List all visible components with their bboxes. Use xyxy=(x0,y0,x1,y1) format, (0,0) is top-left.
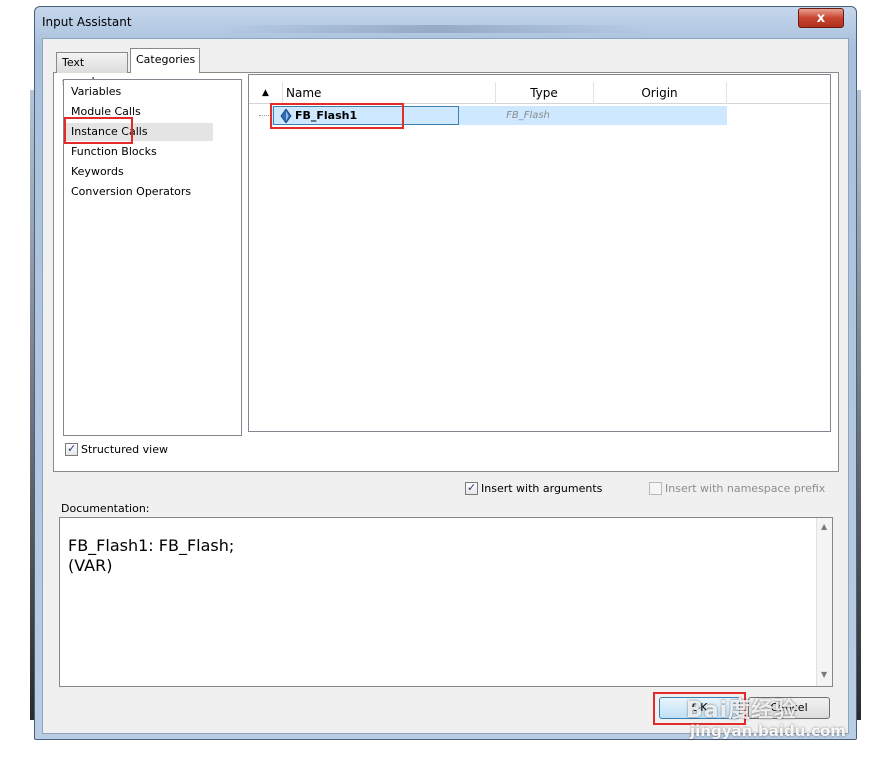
column-header-origin[interactable]: Origin xyxy=(593,82,727,104)
watermark-url: jingyan.baidu.com xyxy=(690,722,846,740)
highlight-box-row xyxy=(270,103,404,129)
scroll-up-icon[interactable]: ▲ xyxy=(821,522,827,531)
insert-with-namespace-prefix-checkbox[interactable] xyxy=(649,482,662,495)
table-header: ▲ Name Type Origin xyxy=(249,82,830,104)
background-edge xyxy=(857,90,861,720)
insert-with-arguments-label: Insert with arguments xyxy=(481,482,603,495)
column-header-name[interactable]: Name xyxy=(286,82,496,104)
documentation-text: FB_Flash1: FB_Flash; (VAR) xyxy=(68,536,235,575)
documentation-scrollbar[interactable]: ▲ ▼ xyxy=(816,518,832,686)
watermark-logo: Bai度经验 xyxy=(686,698,798,723)
row-type: FB_Flash xyxy=(506,110,550,121)
scroll-down-icon[interactable]: ▼ xyxy=(821,670,827,679)
window-title: Input Assistant xyxy=(42,15,132,29)
close-icon: x xyxy=(816,11,826,26)
tab-text-search[interactable]: Text search xyxy=(56,52,128,88)
column-header-type[interactable]: Type xyxy=(495,82,594,104)
category-item-variables[interactable]: Variables xyxy=(71,83,121,101)
structured-view-label: Structured view xyxy=(81,443,168,456)
row-origin xyxy=(600,106,720,125)
structured-view-checkbox[interactable] xyxy=(65,442,78,456)
highlight-box-instance-calls xyxy=(64,117,133,144)
documentation-label: Documentation: xyxy=(61,502,150,515)
tab-categories[interactable]: Categories xyxy=(130,48,200,73)
sort-ascending-icon[interactable]: ▲ xyxy=(249,82,283,104)
category-item-keywords[interactable]: Keywords xyxy=(71,163,124,181)
category-item-conversion-operators[interactable]: Conversion Operators xyxy=(71,183,191,201)
blurred-title-bar-background xyxy=(220,25,650,33)
insert-with-namespace-prefix-label: Insert with namespace prefix xyxy=(665,482,826,495)
insert-with-arguments-checkbox[interactable] xyxy=(465,481,478,495)
close-button[interactable]: x xyxy=(798,8,844,28)
category-item-function-blocks[interactable]: Function Blocks xyxy=(71,143,157,161)
